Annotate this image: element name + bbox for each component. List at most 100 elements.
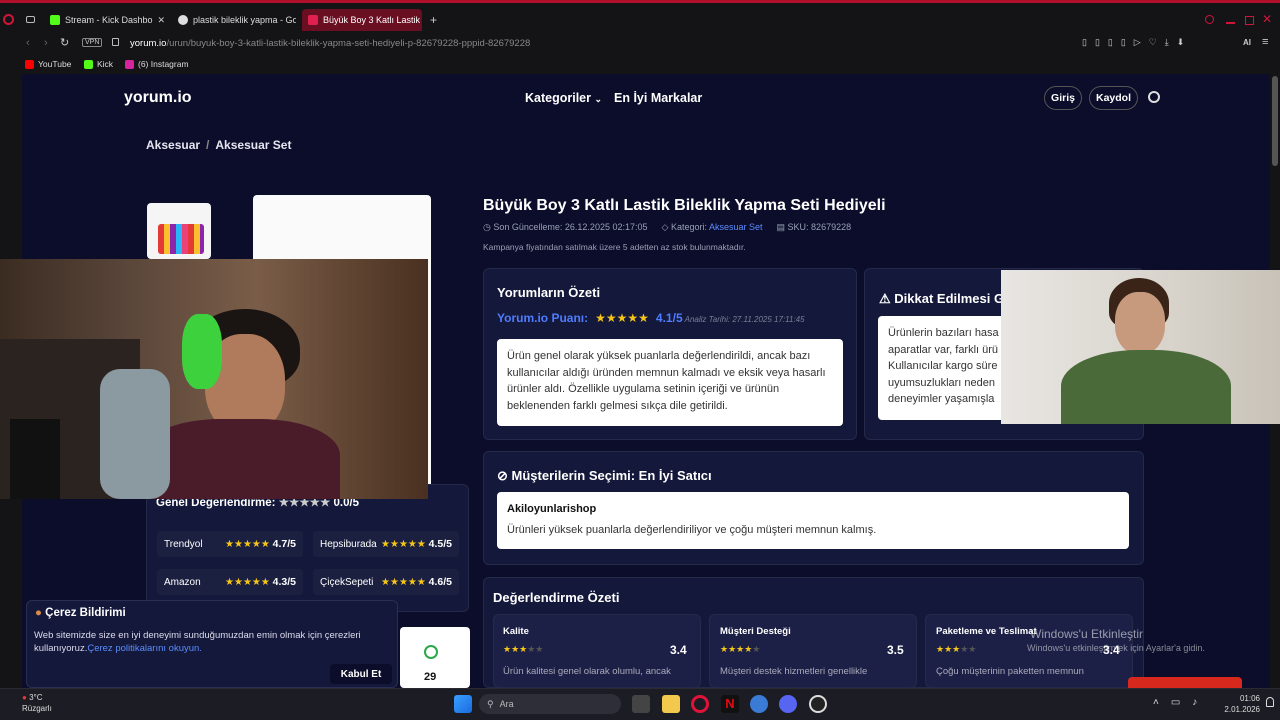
scrollbar-thumb[interactable] <box>1272 76 1278 166</box>
weather-badge-icon: ● <box>22 693 27 702</box>
clock-icon: ◷ <box>483 222 491 232</box>
nav-categories[interactable]: Kategoriler ⌄ <box>525 91 602 105</box>
discord-icon[interactable] <box>779 695 797 713</box>
close-window-icon[interactable]: ✕ <box>1262 12 1272 26</box>
instagram-icon <box>125 59 134 69</box>
vpn-badge[interactable]: VPN <box>82 38 103 47</box>
breadcrumb-current[interactable]: Aksesuar Set <box>215 138 291 152</box>
chat-bubble-icon <box>424 645 438 659</box>
activation-watermark-title: Windows'u Etkinleştir <box>1030 627 1143 641</box>
eval-score: 3.5 <box>887 643 904 657</box>
back-icon[interactable]: ‹ <box>26 37 30 49</box>
tab-yorum-product[interactable]: Büyük Boy 3 Katlı Lastik B <box>302 9 422 31</box>
obs-icon[interactable] <box>809 695 827 713</box>
lock-icon <box>112 38 119 46</box>
webcam-person-shirt <box>140 419 340 499</box>
yorum-favicon-icon <box>308 15 318 25</box>
signup-button[interactable]: Kaydol <box>1089 86 1138 110</box>
store-rating-ciceksepeti[interactable]: ÇiçekSepeti ★★★★★ 4.6/5 <box>313 569 459 595</box>
maximize-icon[interactable] <box>1245 16 1254 25</box>
aria-ai-button[interactable]: AI <box>1243 38 1251 47</box>
evaluation-summary-title: Değerlendirme Özeti <box>493 590 620 605</box>
bookmark-instagram[interactable]: (6) Instagram <box>125 59 189 69</box>
sku-info: ▤ SKU: 82679228 <box>776 222 852 232</box>
stock-note: Kampanya fiyatından satılmak üzere 5 ade… <box>483 242 746 252</box>
menu-icon[interactable]: ≡ <box>1262 36 1268 48</box>
chevron-down-icon: ⌄ <box>594 94 603 104</box>
bookmark-kick[interactable]: Kick <box>84 59 113 69</box>
site-logo[interactable]: yorum.io <box>124 89 192 107</box>
store-stars: ★★★★★ <box>225 577 270 588</box>
eval-text: Müşteri destek hizmetleri genellikle <box>720 666 868 677</box>
toolbar-icons[interactable]: ▯▯▯▯▷♡⤓⬇ <box>1082 37 1192 48</box>
file-explorer-icon[interactable] <box>662 695 680 713</box>
cookie-accept-button[interactable]: Kabul Et <box>330 664 392 684</box>
opera-menu-icon[interactable] <box>3 14 14 25</box>
yorum-score-row: Yorum.io Puanı: ★★★★★ 4.1/5 Analiz Tarih… <box>497 311 805 325</box>
warning-icon: ⚠ <box>879 291 891 306</box>
kick-icon <box>84 59 93 69</box>
best-seller-box: Akiloyunlarishop Ürünleri yüksek puanlar… <box>497 492 1129 549</box>
windows-start-icon[interactable] <box>454 695 472 713</box>
barcode-icon: ▤ <box>776 222 786 232</box>
login-button[interactable]: Giriş <box>1044 86 1082 110</box>
cookie-policy-link[interactable]: Çerez politikalarını okuyun. <box>87 643 202 654</box>
seller-name[interactable]: Akiloyunlarishop <box>507 501 1119 518</box>
reload-icon[interactable]: ↻ <box>60 36 69 49</box>
summary-text: Ürün genel olarak yüksek puanlarla değer… <box>497 339 843 426</box>
notification-bell-icon[interactable] <box>1266 697 1274 707</box>
netflix-icon[interactable]: N <box>721 695 739 713</box>
google-favicon-icon <box>178 15 188 25</box>
eval-text: Çoğu müşterinin paketten memnun <box>936 666 1084 677</box>
breadcrumb-parent[interactable]: Aksesuar <box>146 138 200 152</box>
score-label: Yorum.io Puanı: <box>497 311 589 325</box>
close-tab-icon[interactable]: ✕ <box>158 15 166 26</box>
task-view-icon[interactable] <box>632 695 650 713</box>
new-tab-icon[interactable]: + <box>430 13 437 27</box>
bookmarks-bar <box>0 56 1280 74</box>
nav-best-brands[interactable]: En İyi Markalar <box>614 91 702 105</box>
webcam-person-hoodie <box>1061 350 1231 424</box>
eval-stars: ★★★★★ <box>720 644 761 654</box>
search-icon: ⚲ <box>487 698 494 709</box>
activation-watermark-text: Windows'u etkinleştirmek için Ayarlar'a … <box>1027 643 1205 653</box>
store-rating-trendyol[interactable]: Trendyol ★★★★★ 4.7/5 <box>157 531 303 557</box>
category-link[interactable]: Aksesuar Set <box>709 222 763 232</box>
opera-icon[interactable] <box>691 695 709 713</box>
workspaces-icon[interactable] <box>26 16 35 23</box>
tab-kick-dashboard[interactable]: Stream - Kick Dashbo ✕ <box>44 9 168 31</box>
score-value: 4.1/5 <box>655 311 683 325</box>
product-title: Büyük Boy 3 Katlı Lastik Bileklik Yapma … <box>483 197 886 214</box>
comments-count: 29 <box>424 671 437 683</box>
bookmark-youtube[interactable]: YouTube <box>25 59 71 69</box>
store-rating-hepsiburada[interactable]: Hepsiburada ★★★★★ 4.5/5 <box>313 531 459 557</box>
taskbar-search-box[interactable]: ⚲ Ara <box>479 694 621 714</box>
theme-toggle-sun-icon[interactable] <box>1148 91 1160 103</box>
check-circle-icon: ⊘ <box>497 468 508 483</box>
webcam-person-face <box>1115 292 1165 354</box>
search-tabs-icon[interactable] <box>1205 15 1214 24</box>
cookie-title: ● Çerez Bildirimi <box>35 607 126 619</box>
eval-score: 3.4 <box>670 643 687 657</box>
weather-widget[interactable]: ● 3°C Rüzgarlı <box>22 692 52 714</box>
eval-item-name: Müşteri Desteği <box>720 626 791 637</box>
youtube-icon <box>25 59 34 69</box>
tray-icons[interactable]: ˄▭♪ <box>1153 697 1209 708</box>
kick-favicon-icon <box>50 15 60 25</box>
store-stars: ★★★★★ <box>381 577 426 588</box>
settings-app-icon[interactable] <box>750 695 768 713</box>
eval-text: Ürün kalitesi genel olarak olumlu, ancak <box>503 666 671 677</box>
red-action-button[interactable] <box>1128 677 1242 688</box>
system-clock[interactable]: 01:06 2.01.2026 <box>1222 693 1260 715</box>
store-rating-amazon[interactable]: Amazon ★★★★★ 4.3/5 <box>157 569 303 595</box>
url-text[interactable]: yorum.io/urun/buyuk-boy-3-katli-lastik-b… <box>130 38 530 49</box>
breadcrumb: Aksesuar / Aksesuar Set <box>146 138 292 152</box>
tab-google-search[interactable]: plastik bileklik yapma - Go <box>172 9 296 31</box>
minimize-icon[interactable] <box>1226 22 1235 24</box>
cookie-text: Web sitemizde size en iyi deneyimi sundu… <box>34 630 361 654</box>
webcam-chair <box>100 369 170 499</box>
eval-stars: ★★★★★ <box>503 644 544 654</box>
webcam-monitor <box>10 419 60 499</box>
eval-stars: ★★★★★ <box>936 644 977 654</box>
forward-icon[interactable]: › <box>44 37 48 49</box>
